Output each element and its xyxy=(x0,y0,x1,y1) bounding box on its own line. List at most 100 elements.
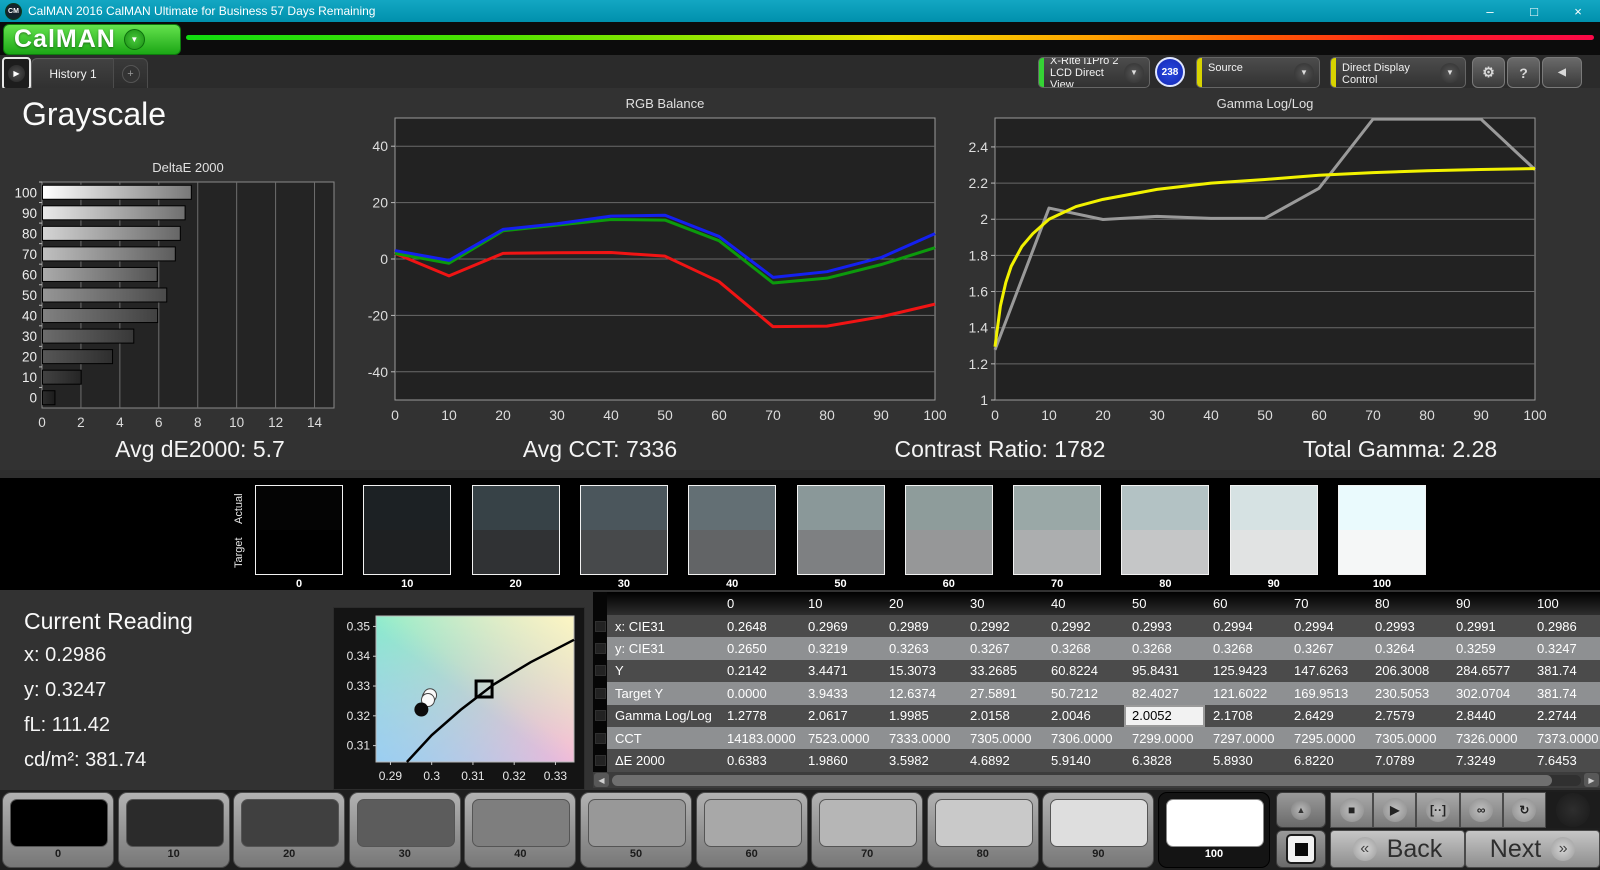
table-cell[interactable]: 6.8220 xyxy=(1286,749,1367,772)
table-cell[interactable]: 0.3267 xyxy=(1286,637,1367,660)
loop-button[interactable]: ↻ xyxy=(1502,792,1546,828)
table-cell[interactable]: 0.2986 xyxy=(1529,615,1600,638)
table-cell[interactable]: 5.9140 xyxy=(1043,749,1124,772)
collapse-toolbar-button[interactable]: ◀ xyxy=(1542,57,1582,88)
table-cell[interactable]: 230.5053 xyxy=(1367,682,1448,705)
table-cell[interactable]: 0.2994 xyxy=(1286,615,1367,638)
row-selector[interactable] xyxy=(593,659,607,683)
table-cell[interactable]: 7.0789 xyxy=(1367,749,1448,772)
scroll-right-icon[interactable]: ▶ xyxy=(1584,773,1599,787)
table-cell[interactable]: 15.3073 xyxy=(881,659,962,683)
patch-button-90[interactable]: 90 xyxy=(1042,792,1155,868)
table-cell[interactable]: 14183.0000 xyxy=(719,726,800,750)
patch-button-40[interactable]: 40 xyxy=(464,792,577,868)
table-cell[interactable]: 206.3008 xyxy=(1367,659,1448,683)
table-cell[interactable]: 7333.0000 xyxy=(881,726,962,750)
table-cell[interactable]: 1.9985 xyxy=(881,704,962,727)
table-cell[interactable]: 2.0052 xyxy=(1124,704,1205,727)
table-cell[interactable]: 82.4027 xyxy=(1124,682,1205,705)
table-scrollbar[interactable]: ◀ ▶ xyxy=(593,772,1600,788)
table-cell[interactable]: 2.2744 xyxy=(1529,704,1600,727)
chevron-down-icon[interactable]: ▼ xyxy=(1440,62,1460,83)
table-cell[interactable]: 6.3828 xyxy=(1124,749,1205,772)
scrollbar-track[interactable] xyxy=(612,774,1581,786)
table-cell[interactable]: 27.5891 xyxy=(962,682,1043,705)
patch-button-30[interactable]: 30 xyxy=(348,792,461,868)
maximize-icon[interactable]: □ xyxy=(1512,0,1556,22)
table-cell[interactable]: 1.2778 xyxy=(719,704,800,727)
table-cell[interactable]: 3.5982 xyxy=(881,749,962,772)
patch-options-button[interactable]: ▲ xyxy=(1276,792,1326,828)
table-cell[interactable]: 2.6429 xyxy=(1286,704,1367,727)
table-cell[interactable]: 0.3247 xyxy=(1529,637,1600,660)
back-button[interactable]: « Back xyxy=(1330,830,1465,868)
display-control-dropdown[interactable]: Direct Display Control ▼ xyxy=(1330,57,1466,88)
table-cell[interactable]: 0.3268 xyxy=(1205,637,1286,660)
patch-button-20[interactable]: 20 xyxy=(233,792,346,868)
table-cell[interactable]: 7326.0000 xyxy=(1448,726,1529,750)
table-cell[interactable]: 0.2993 xyxy=(1124,615,1205,638)
table-cell[interactable]: 0.3268 xyxy=(1124,637,1205,660)
table-cell[interactable]: 7.3249 xyxy=(1448,749,1529,772)
table-cell[interactable]: 2.0046 xyxy=(1043,704,1124,727)
table-cell[interactable]: 0.2969 xyxy=(800,615,881,638)
table-cell[interactable]: 121.6022 xyxy=(1205,682,1286,705)
meter-dropdown[interactable]: X-Rite i1Pro 2 LCD Direct View ▼ xyxy=(1038,57,1150,88)
patch-button-70[interactable]: 70 xyxy=(811,792,924,868)
patch-button-10[interactable]: 10 xyxy=(117,792,230,868)
patch-button-100[interactable]: 100 xyxy=(1158,792,1270,868)
continuous-button[interactable]: ∞ xyxy=(1459,792,1503,828)
patch-button-80[interactable]: 80 xyxy=(926,792,1039,868)
row-selector[interactable] xyxy=(593,704,607,727)
table-cell[interactable]: 0.3267 xyxy=(962,637,1043,660)
table-cell[interactable]: 0.3264 xyxy=(1367,637,1448,660)
table-cell[interactable]: 0.3268 xyxy=(1043,637,1124,660)
table-cell[interactable]: 125.9423 xyxy=(1205,659,1286,683)
table-cell[interactable]: 0.2650 xyxy=(719,637,800,660)
table-cell[interactable]: 0.2992 xyxy=(1043,615,1124,638)
table-cell[interactable]: 0.2994 xyxy=(1205,615,1286,638)
table-cell[interactable]: 12.6374 xyxy=(881,682,962,705)
patch-window-button[interactable] xyxy=(1276,830,1326,868)
table-cell[interactable]: 7523.0000 xyxy=(800,726,881,750)
chevron-down-icon[interactable]: ▼ xyxy=(1124,62,1144,83)
expand-panel-button[interactable]: ▶ xyxy=(2,57,31,90)
chevron-down-icon[interactable]: ▼ xyxy=(1294,62,1314,83)
table-cell[interactable]: 0.2993 xyxy=(1367,615,1448,638)
table-cell[interactable]: 0.2648 xyxy=(719,615,800,638)
table-cell[interactable]: 7305.0000 xyxy=(962,726,1043,750)
table-cell[interactable]: 7305.0000 xyxy=(1367,726,1448,750)
table-cell[interactable]: 381.74 xyxy=(1529,682,1600,705)
patch-button-60[interactable]: 60 xyxy=(695,792,808,868)
play-button[interactable]: ▶ xyxy=(1373,792,1417,828)
help-button[interactable]: ? xyxy=(1507,57,1540,88)
table-cell[interactable]: 5.8930 xyxy=(1205,749,1286,772)
table-cell[interactable]: 2.1708 xyxy=(1205,704,1286,727)
patch-button-0[interactable]: 0 xyxy=(2,792,114,868)
close-icon[interactable]: × xyxy=(1556,0,1600,22)
table-cell[interactable]: 2.7579 xyxy=(1367,704,1448,727)
row-selector[interactable] xyxy=(593,682,607,705)
meter-count-badge[interactable]: 238 xyxy=(1155,57,1185,87)
table-cell[interactable]: 7299.0000 xyxy=(1124,726,1205,750)
row-selector[interactable] xyxy=(593,615,607,638)
series-button[interactable]: [··] xyxy=(1416,792,1460,828)
table-cell[interactable]: 0.2991 xyxy=(1448,615,1529,638)
table-cell[interactable]: 7295.0000 xyxy=(1286,726,1367,750)
row-selector[interactable] xyxy=(593,749,607,772)
row-selector[interactable] xyxy=(593,726,607,750)
table-cell[interactable]: 0.2992 xyxy=(962,615,1043,638)
table-cell[interactable]: 284.6577 xyxy=(1448,659,1529,683)
scroll-left-icon[interactable]: ◀ xyxy=(594,773,609,787)
chevron-down-icon[interactable]: ▼ xyxy=(123,29,145,50)
table-cell[interactable]: 381.74 xyxy=(1529,659,1600,683)
settings-button[interactable]: ⚙ xyxy=(1472,57,1505,88)
table-cell[interactable]: 95.8431 xyxy=(1124,659,1205,683)
table-cell[interactable]: 147.6263 xyxy=(1286,659,1367,683)
calman-menu-button[interactable]: CalMAN ▼ xyxy=(3,24,181,55)
table-cell[interactable]: 0.0000 xyxy=(719,682,800,705)
table-cell[interactable]: 0.3263 xyxy=(881,637,962,660)
patch-button-50[interactable]: 50 xyxy=(580,792,692,868)
table-cell[interactable]: 50.7212 xyxy=(1043,682,1124,705)
table-cell[interactable]: 7.6453 xyxy=(1529,749,1600,772)
